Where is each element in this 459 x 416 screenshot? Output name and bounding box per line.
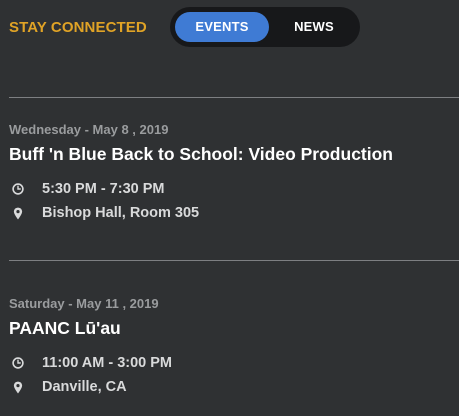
event-title-link[interactable]: Buff 'n Blue Back to School: Video Produ…	[9, 144, 393, 165]
event-location-row: Danville, CA	[12, 378, 127, 396]
header: STAY CONNECTED EVENTS NEWS	[0, 0, 459, 54]
event-time-row: 11:00 AM - 3:00 PM	[12, 354, 172, 372]
event-location: Danville, CA	[42, 379, 127, 395]
clock-icon	[12, 356, 24, 370]
clock-icon	[12, 182, 24, 196]
event-date: Saturday - May 11 , 2019	[9, 296, 159, 311]
divider	[9, 97, 459, 98]
map-pin-icon	[12, 380, 24, 394]
tab-news[interactable]: NEWS	[274, 12, 354, 42]
event-time-row: 5:30 PM - 7:30 PM	[12, 180, 165, 198]
event-time: 5:30 PM - 7:30 PM	[42, 181, 165, 197]
event-location-row: Bishop Hall, Room 305	[12, 204, 199, 222]
stay-connected-title: STAY CONNECTED	[9, 19, 147, 36]
event-time: 11:00 AM - 3:00 PM	[42, 355, 173, 371]
event-location: Bishop Hall, Room 305	[42, 205, 200, 221]
events-news-toggle: EVENTS NEWS	[170, 7, 360, 47]
map-pin-icon	[12, 206, 24, 220]
tab-events[interactable]: EVENTS	[175, 12, 269, 42]
divider	[9, 260, 459, 261]
event-title-link[interactable]: PAANC Lū'au	[9, 318, 121, 339]
event-date: Wednesday - May 8 , 2019	[9, 122, 169, 137]
